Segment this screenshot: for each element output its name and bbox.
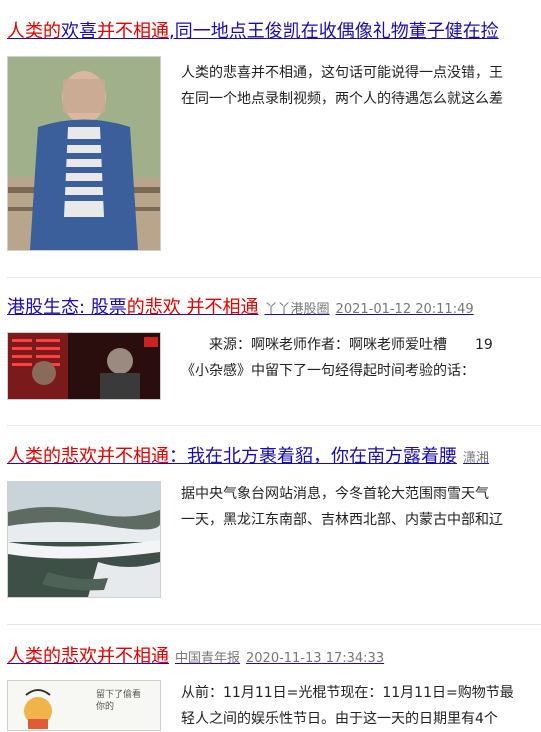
result-date: 2021-01-12 20:11:49 [335, 302, 474, 317]
title-highlight: 并不相通 [97, 21, 169, 42]
result-source: 潇湘 [463, 451, 490, 466]
result-divider [7, 277, 541, 278]
result-date: 2020-11-13 17:34:33 [246, 651, 385, 666]
result-snippet: 据中央气象台网站消息，今冬首轮大范围雨雪天气 一天，黑龙江东南部、吉林西北部、内… [181, 481, 541, 533]
snippet-line: 据中央气象台网站消息，今冬首轮大范围雨雪天气 [181, 486, 489, 502]
result-source: 中国青年报 [175, 651, 241, 666]
result-snippet: 人类的悲喜并不相通，这句话可能说得一点没错，王 在同一个地点录制视频，两个人的待… [181, 60, 541, 112]
result-snippet: 来源：啊咪老师作者：啊咪老师爱吐槽 19 《小杂感》中留下了一句经得起时间考验的… [181, 332, 541, 384]
thumbnail-caption: 留下了偷看你的 [96, 690, 142, 712]
result-thumbnail[interactable] [7, 481, 161, 598]
snippet-line: 一天，黑龙江东南部、吉林西北部、内蒙古中部和辽 [181, 512, 503, 528]
snippet-line: 在同一个地点录制视频，两个人的待遇怎么就这么差 [181, 91, 503, 107]
title-highlight: 人类的悲欢并不相通 [7, 646, 169, 667]
snippet-line: 轻人之间的娱乐性节日。由于这一天的日期里有4个 [181, 711, 498, 727]
snippet-line: 《小杂感》中留下了一句经得起时间考验的话： [181, 363, 475, 379]
title-text: ,同一地点王俊凯在收偶像礼物董子健在捡 [169, 21, 499, 42]
result-title-link[interactable]: 人类的悲欢并不相通 中国青年报 2020-11-13 17:34:33 [7, 645, 384, 671]
result-divider [7, 425, 541, 426]
person-photo-image [8, 57, 160, 250]
snow-lake-photo-image [8, 482, 160, 597]
stock-screen-photo-image [8, 333, 160, 399]
result-thumbnail[interactable]: 留下了偷看你的 [7, 680, 161, 731]
title-highlight: 人类的 [7, 21, 61, 42]
title-highlight: 的悲欢 并不相通 [126, 297, 259, 318]
result-thumbnail[interactable] [7, 56, 161, 251]
result-thumbnail[interactable] [7, 332, 161, 400]
result-source: 丫丫港股圈 [264, 302, 330, 317]
snippet-line: 来源：啊咪老师作者：啊咪老师爱吐槽 19 [181, 337, 493, 353]
snippet-line: 从前：11月11日=光棍节现在：11月11日=购物节最 [181, 685, 514, 701]
result-divider [7, 624, 541, 625]
result-title-link[interactable]: 港股生态: 股票的悲欢 并不相通 丫丫港股圈 2021-01-12 20:11:49 [7, 296, 474, 322]
result-snippet: 从前：11月11日=光棍节现在：11月11日=购物节最 轻人之间的娱乐性节日。由… [181, 680, 541, 732]
title-text: ：我在北方裹着貂，你在南方露着腰 [169, 446, 457, 467]
result-title-link[interactable]: 人类的悲欢并不相通：我在北方裹着貂，你在南方露着腰 潇湘 [7, 445, 489, 471]
result-title-link[interactable]: 人类的欢喜并不相通,同一地点王俊凯在收偶像礼物董子健在捡 [7, 20, 499, 44]
snippet-line: 人类的悲喜并不相通，这句话可能说得一点没错，王 [181, 65, 503, 81]
title-highlight: 人类的悲欢并不相通 [7, 446, 169, 467]
title-text: 欢喜 [61, 21, 97, 42]
title-text: 港股生态: 股票 [7, 297, 127, 318]
